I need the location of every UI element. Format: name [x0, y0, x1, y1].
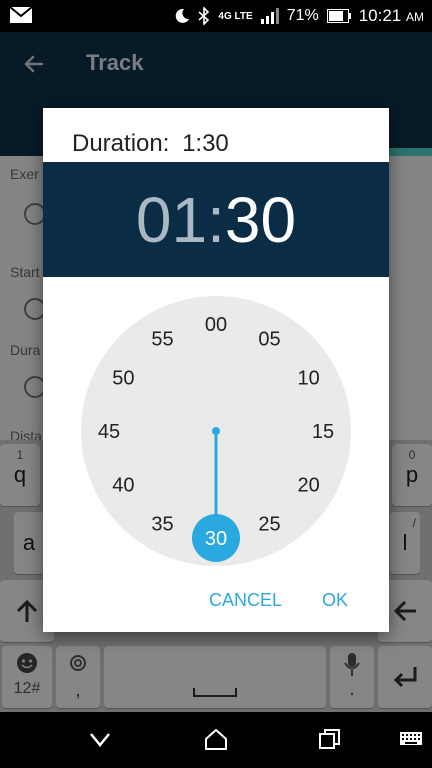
battery-icon	[326, 9, 351, 23]
clock-minute-45[interactable]: 45	[98, 421, 120, 443]
clock-minute-35[interactable]: 35	[151, 514, 173, 536]
clock-time-value: 10:21	[358, 6, 402, 25]
clock-minute-00[interactable]: 00	[205, 314, 227, 336]
clock-minute-40[interactable]: 40	[112, 475, 134, 497]
status-bar: 4G LTE 71% 10:21 AM	[0, 0, 432, 32]
network-type-label: 4G LTE	[218, 10, 253, 22]
clock-center-dot	[212, 427, 220, 435]
nav-back-chevron-icon[interactable]	[88, 730, 112, 750]
email-notification-icon	[10, 7, 32, 23]
clock-minute-30[interactable]: 30	[205, 528, 227, 550]
time-display: 01 : 30	[43, 162, 389, 277]
do-not-disturb-moon-icon	[176, 8, 190, 23]
clock-time: 10:21 AM	[359, 6, 424, 26]
nav-recents-icon[interactable]	[318, 728, 342, 750]
time-separator: :	[207, 183, 225, 256]
cell-signal-icon	[260, 8, 279, 24]
nav-home-icon[interactable]	[204, 728, 228, 750]
dialog-actions: CANCEL OK	[43, 586, 389, 622]
battery-percent: 71%	[286, 7, 319, 24]
clock-minute-15[interactable]: 15	[312, 421, 334, 443]
dialog-title-value: 1:30	[182, 130, 229, 157]
dialog-title: Duration: 1:30	[72, 130, 229, 158]
clock-minute-50[interactable]: 50	[112, 368, 134, 390]
clock-dial[interactable]: 00 05 10 15 20 25 30 35 40 45 50 55	[81, 296, 351, 566]
nav-keyboard-icon[interactable]	[400, 732, 422, 748]
clock-minute-10[interactable]: 10	[298, 368, 320, 390]
minutes-value[interactable]: 30	[225, 183, 296, 257]
system-navigation-bar	[0, 712, 432, 768]
minute-clock-face[interactable]: 00 05 10 15 20 25 30 35 40 45 50 55	[81, 296, 351, 566]
bluetooth-icon	[198, 7, 210, 25]
dialog-title-prefix: Duration:	[72, 130, 170, 157]
duration-picker-dialog: Duration: 1:30 01 : 30 00 05 10 15 20 25 30 35 4…	[43, 108, 389, 632]
clock-time-suffix: AM	[406, 10, 424, 24]
ok-button[interactable]: OK	[316, 586, 354, 615]
clock-minute-25[interactable]: 25	[258, 514, 280, 536]
hours-value[interactable]: 01	[136, 183, 207, 257]
clock-minute-20[interactable]: 20	[298, 475, 320, 497]
time-header: 01 : 30	[43, 162, 389, 277]
cancel-button[interactable]: CANCEL	[203, 586, 288, 615]
clock-minute-05[interactable]: 05	[258, 328, 280, 350]
clock-minute-55[interactable]: 55	[151, 328, 173, 350]
